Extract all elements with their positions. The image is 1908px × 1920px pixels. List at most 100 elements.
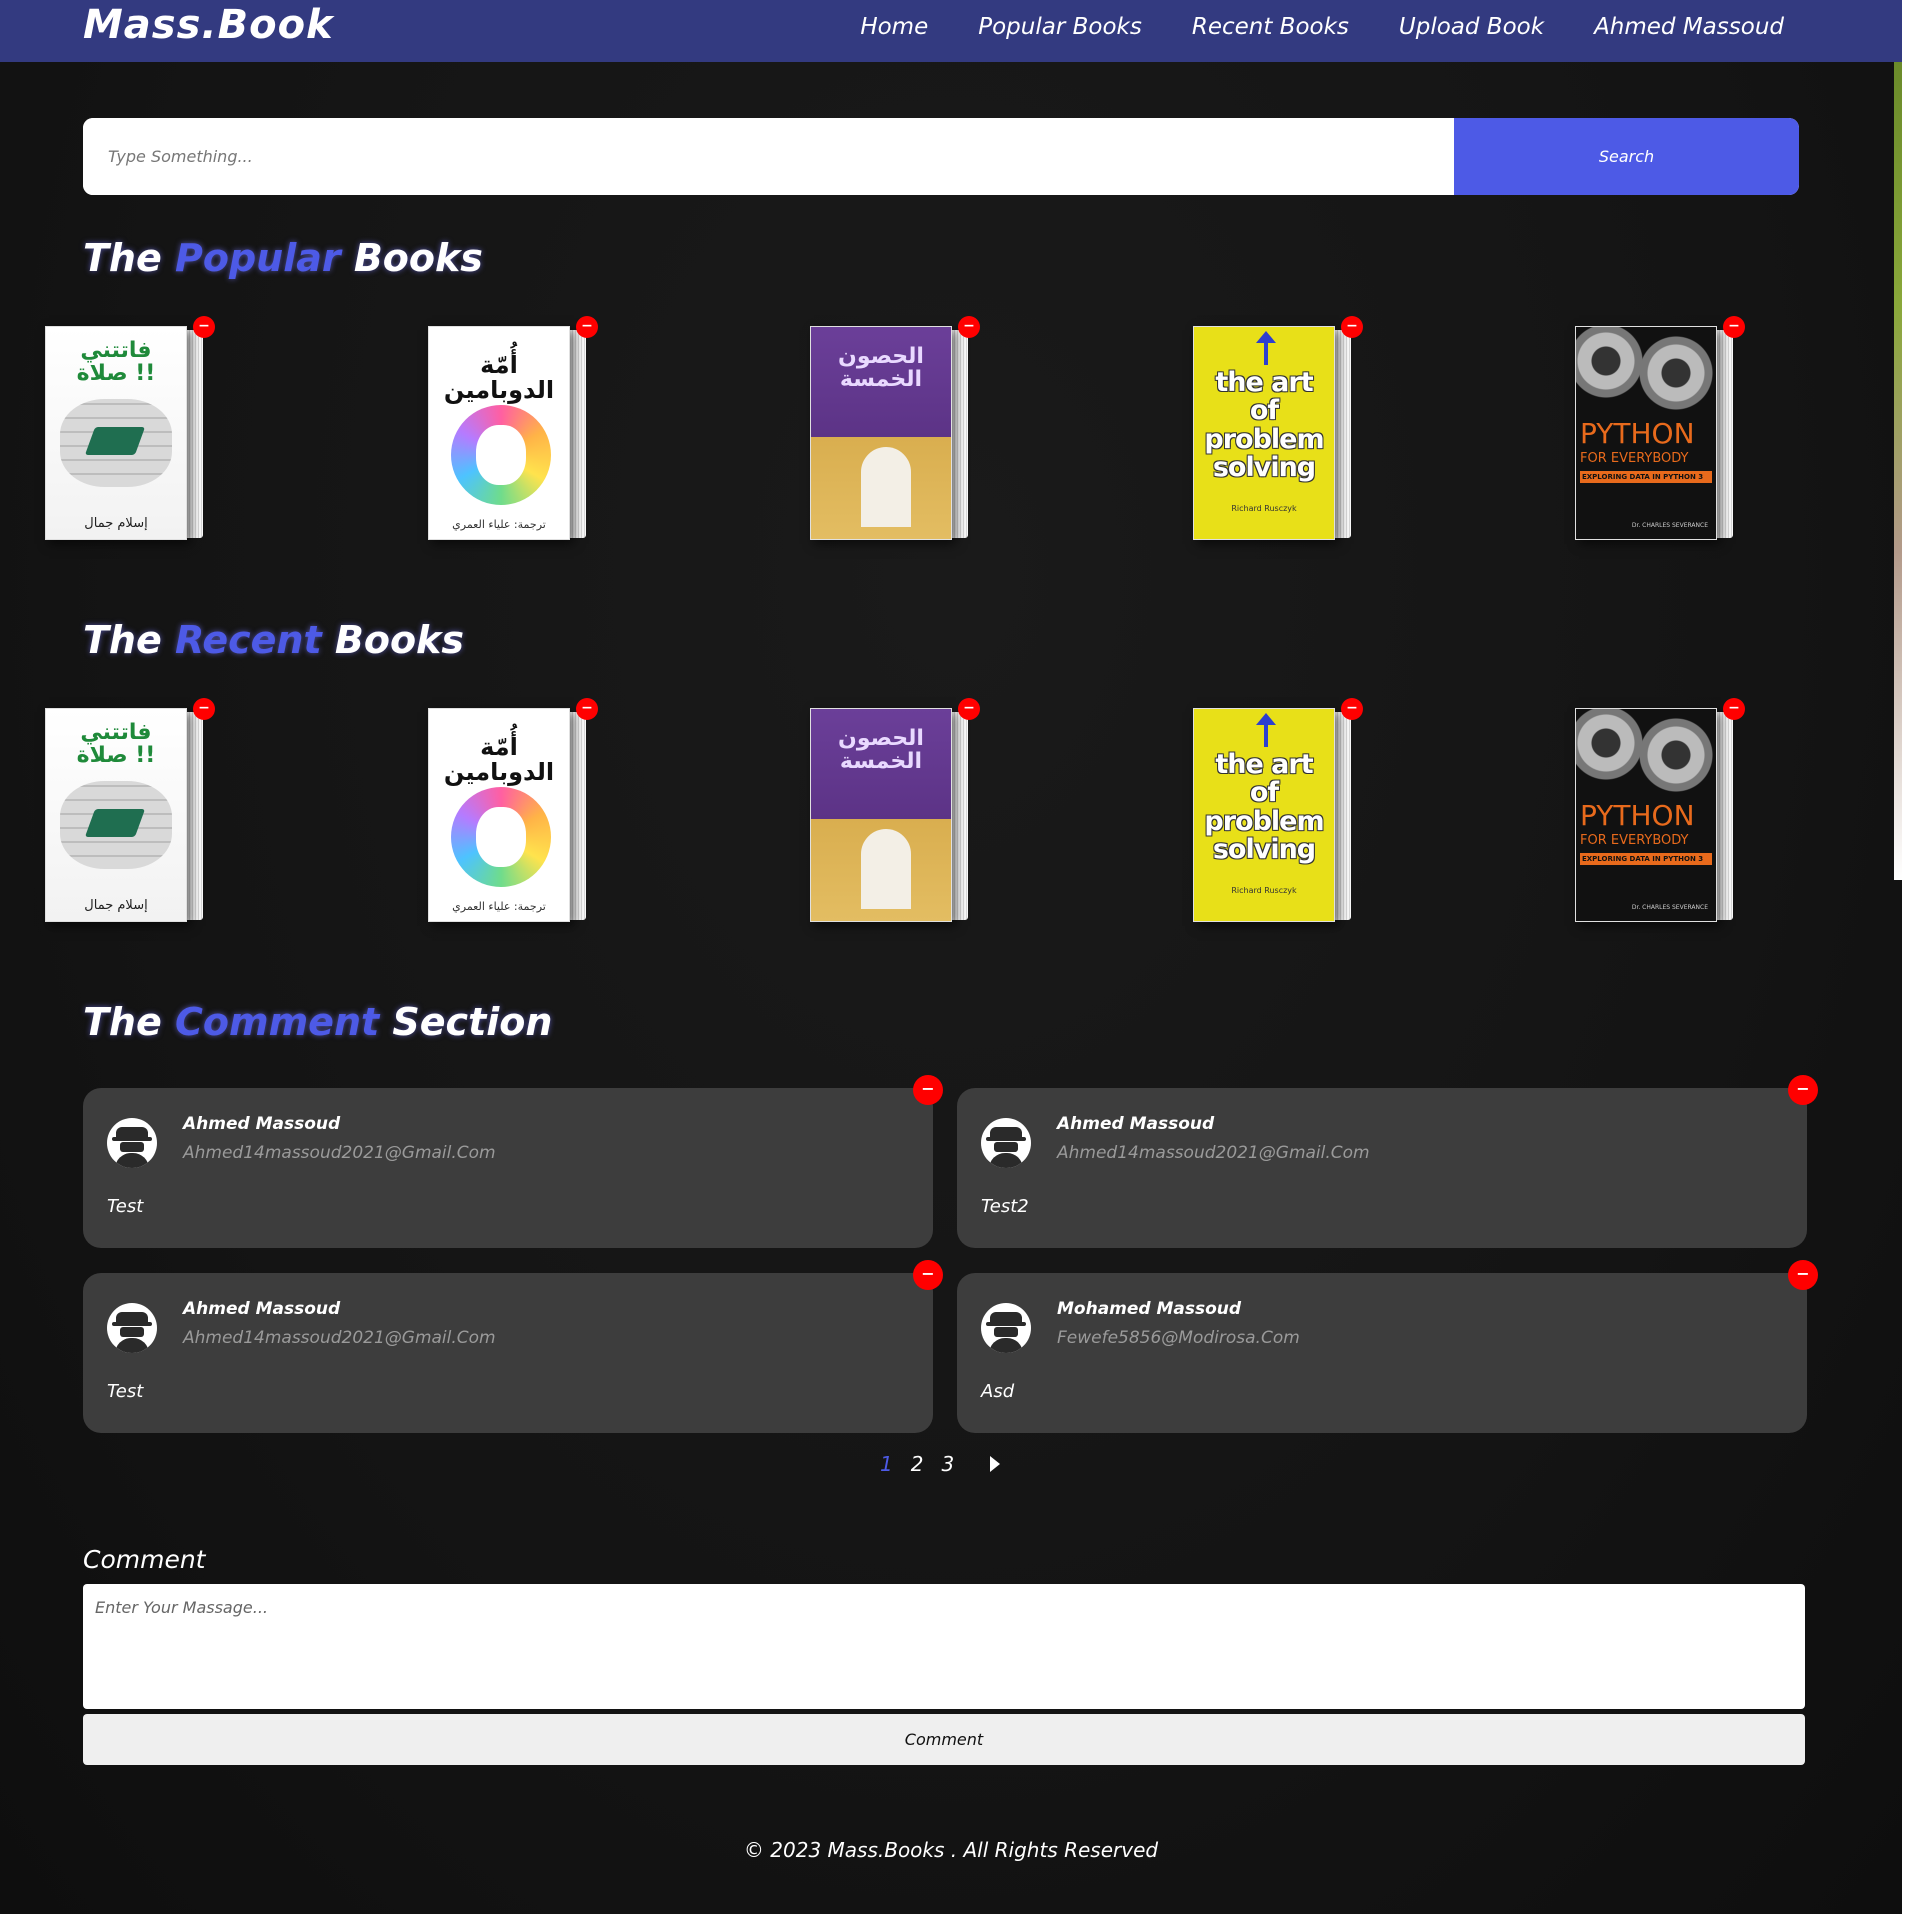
book-cover[interactable]: the art of problem solving Richard Ruscz…	[1193, 326, 1335, 540]
popular-books-row: فاتتني صلاة !! إسلام جمال − أُمّة الدوبا…	[0, 316, 1902, 546]
book-cover-title: فاتتني صلاة !!	[76, 338, 156, 387]
book-cover-title: PYTHON	[1580, 417, 1695, 450]
page-link-1[interactable]: 1	[880, 1452, 893, 1476]
cover-illustration	[60, 399, 172, 487]
comment-author-email: Fewefe5856@Modirosa.Com	[1057, 1328, 1300, 1348]
heading-word: The	[83, 1000, 162, 1044]
book-card[interactable]: PYTHON FOR EVERYBODY EXPLORING DATA IN P…	[1575, 708, 1733, 922]
book-cover[interactable]: فاتتني صلاة !! إسلام جمال	[45, 708, 187, 922]
navbar: Mass.Book Home Popular Books Recent Book…	[0, 0, 1902, 62]
play-arrow-icon[interactable]	[990, 1456, 1001, 1472]
comment-author-name: Mohamed Massoud	[1057, 1299, 1242, 1319]
book-cover[interactable]: PYTHON FOR EVERYBODY EXPLORING DATA IN P…	[1575, 708, 1717, 922]
book-cover-author: إسلام جمال	[84, 898, 148, 913]
book-pages	[570, 330, 586, 538]
heading-word: The	[83, 618, 162, 662]
delete-book-button[interactable]: −	[193, 316, 215, 338]
book-cover[interactable]: الحصون الخمسة	[810, 326, 952, 540]
delete-comment-button[interactable]: −	[913, 1260, 943, 1290]
site-logo[interactable]: Mass.Book	[83, 0, 334, 50]
comment-textarea[interactable]	[83, 1584, 1805, 1709]
page-link-2[interactable]: 2	[911, 1452, 924, 1476]
footer-copyright: © 2023 Mass.Books . All Rights Reserved	[743, 1838, 1159, 1862]
comments-pagination: 1 2 3	[880, 1452, 1001, 1476]
comment-author-email: Ahmed14massoud2021@Gmail.Com	[183, 1143, 496, 1163]
book-cover-author: ترجمة: علياء العمري	[452, 518, 546, 531]
comment-card: Mohamed Massoud Fewefe5856@Modirosa.Com …	[957, 1273, 1807, 1433]
book-pages	[187, 330, 203, 538]
book-cover[interactable]: the art of problem solving Richard Ruscz…	[1193, 708, 1335, 922]
spy-avatar-icon	[107, 1303, 157, 1353]
book-pages	[1717, 330, 1733, 538]
search-button[interactable]: Search	[1454, 118, 1799, 195]
arrow-up-icon	[1256, 713, 1276, 747]
cover-illustration	[451, 405, 551, 505]
book-cover-title: the art of problem solving	[1204, 749, 1324, 866]
book-pages	[1335, 712, 1351, 920]
delete-book-button[interactable]: −	[1723, 316, 1745, 338]
book-card[interactable]: أُمّة الدوبامين ترجمة: علياء العمري	[428, 708, 586, 922]
nav-link-popular-books[interactable]: Popular Books	[978, 14, 1142, 40]
book-card[interactable]: فاتتني صلاة !! إسلام جمال	[45, 326, 203, 540]
book-cover-title: أُمّة الدوبامين	[443, 733, 555, 787]
delete-comment-button[interactable]: −	[1788, 1075, 1818, 1105]
cover-illustration	[861, 829, 911, 909]
delete-comment-button[interactable]: −	[1788, 1260, 1818, 1290]
book-pages	[570, 712, 586, 920]
delete-book-button[interactable]: −	[1723, 698, 1745, 720]
book-cover-title: الحصون الخمسة	[838, 726, 924, 775]
comment-author-name: Ahmed Massoud	[183, 1299, 341, 1319]
delete-book-button[interactable]: −	[193, 698, 215, 720]
book-cover-subtitle: FOR EVERYBODY	[1580, 451, 1689, 466]
heading-word: Section	[392, 1000, 553, 1044]
comment-text: Test	[107, 1381, 144, 1402]
book-cover-author: Dr. CHARLES SEVERANCE	[1631, 904, 1708, 911]
heading-word: Books	[353, 236, 483, 280]
book-cover-title: the art of problem solving	[1204, 367, 1324, 484]
comment-text: Asd	[981, 1381, 1015, 1402]
cover-illustration	[451, 787, 551, 887]
popular-books-heading: The Popular Books	[83, 236, 483, 280]
page-link-3[interactable]: 3	[941, 1452, 954, 1476]
book-card[interactable]: الحصون الخمسة	[810, 326, 968, 540]
delete-book-button[interactable]: −	[576, 698, 598, 720]
book-cover[interactable]: أُمّة الدوبامين ترجمة: علياء العمري	[428, 708, 570, 922]
nav-link-home[interactable]: Home	[860, 14, 928, 40]
book-cover[interactable]: الحصون الخمسة	[810, 708, 952, 922]
book-cover[interactable]: PYTHON FOR EVERYBODY EXPLORING DATA IN P…	[1575, 326, 1717, 540]
comment-author-email: Ahmed14massoud2021@Gmail.Com	[183, 1328, 496, 1348]
delete-book-button[interactable]: −	[576, 316, 598, 338]
book-card[interactable]: the art of problem solving Richard Ruscz…	[1193, 326, 1351, 540]
book-card[interactable]: فاتتني صلاة !! إسلام جمال	[45, 708, 203, 922]
book-card[interactable]: the art of problem solving Richard Ruscz…	[1193, 708, 1351, 922]
delete-book-button[interactable]: −	[958, 698, 980, 720]
book-cover[interactable]: فاتتني صلاة !! إسلام جمال	[45, 326, 187, 540]
search-input[interactable]	[83, 118, 1454, 195]
book-pages	[1335, 330, 1351, 538]
recent-books-heading: The Recent Books	[83, 618, 464, 662]
book-card[interactable]: الحصون الخمسة	[810, 708, 968, 922]
delete-book-button[interactable]: −	[1341, 316, 1363, 338]
gear-icon	[1576, 709, 1646, 783]
comment-label: Comment	[83, 1545, 206, 1574]
nav-link-user-profile[interactable]: Ahmed Massoud	[1594, 14, 1784, 40]
delete-comment-button[interactable]: −	[913, 1075, 943, 1105]
search-bar: Search	[83, 118, 1799, 195]
delete-book-button[interactable]: −	[958, 316, 980, 338]
book-cover-title: PYTHON	[1580, 799, 1695, 832]
comment-card: Ahmed Massoud Ahmed14massoud2021@Gmail.C…	[83, 1088, 933, 1248]
comment-author-name: Ahmed Massoud	[1057, 1114, 1215, 1134]
book-cover[interactable]: أُمّة الدوبامين ترجمة: علياء العمري	[428, 326, 570, 540]
delete-book-button[interactable]: −	[1341, 698, 1363, 720]
heading-word: The	[83, 236, 162, 280]
comment-card: Ahmed Massoud Ahmed14massoud2021@Gmail.C…	[83, 1273, 933, 1433]
nav-link-upload-book[interactable]: Upload Book	[1399, 14, 1544, 40]
comment-submit-button[interactable]: Comment	[83, 1714, 1805, 1765]
comment-author-email: Ahmed14massoud2021@Gmail.Com	[1057, 1143, 1370, 1163]
book-card[interactable]: PYTHON FOR EVERYBODY EXPLORING DATA IN P…	[1575, 326, 1733, 540]
book-pages	[1717, 712, 1733, 920]
book-pages	[187, 712, 203, 920]
comment-text: Test	[107, 1196, 144, 1217]
nav-link-recent-books[interactable]: Recent Books	[1192, 14, 1349, 40]
book-card[interactable]: أُمّة الدوبامين ترجمة: علياء العمري	[428, 326, 586, 540]
